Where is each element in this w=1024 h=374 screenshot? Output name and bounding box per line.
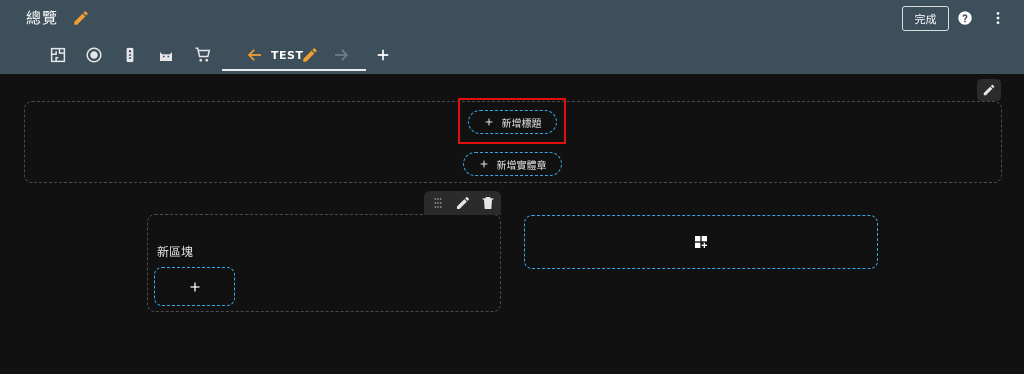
arrow-left-icon[interactable]	[246, 46, 264, 64]
card-title: 新區塊	[157, 245, 194, 259]
done-button[interactable]: 完成	[902, 6, 949, 31]
pencil-icon[interactable]	[455, 195, 471, 211]
page-title: 總覽	[26, 9, 59, 27]
tab-test[interactable]: TEST	[271, 49, 303, 62]
add-heading-button[interactable]: 新增標題	[468, 110, 557, 134]
plus-icon	[480, 160, 487, 168]
card-toolbar	[424, 191, 501, 215]
pencil-icon[interactable]	[72, 9, 90, 27]
add-card-button[interactable]	[154, 267, 235, 306]
active-tab-indicator	[222, 69, 366, 71]
add-entity-chip-label: 新增實體章	[496, 160, 547, 172]
remote-icon[interactable]	[121, 46, 139, 64]
help-icon[interactable]	[957, 10, 973, 26]
plus-icon	[190, 282, 199, 291]
floorplan-icon[interactable]	[49, 46, 67, 64]
add-entity-chip-button[interactable]: 新增實體章	[463, 152, 562, 176]
top-bar: 總覽 完成 TEST	[0, 0, 1024, 74]
pencil-icon[interactable]	[301, 46, 319, 64]
arrow-right-icon[interactable]	[332, 46, 350, 64]
add-section-button[interactable]	[524, 215, 878, 269]
robot-vacuum-icon[interactable]	[85, 46, 103, 64]
add-heading-label: 新增標題	[501, 118, 542, 130]
more-vert-icon[interactable]	[990, 10, 1006, 26]
cart-icon[interactable]	[194, 46, 212, 64]
trash-icon[interactable]	[480, 195, 496, 211]
plus-icon[interactable]	[374, 46, 392, 64]
section-edit-button[interactable]	[977, 79, 1001, 101]
plus-icon	[485, 118, 492, 126]
add-grid-icon	[695, 236, 707, 248]
pencil-icon	[983, 84, 995, 96]
drag-handle-icon[interactable]	[430, 195, 446, 211]
cat-icon[interactable]	[157, 46, 175, 64]
